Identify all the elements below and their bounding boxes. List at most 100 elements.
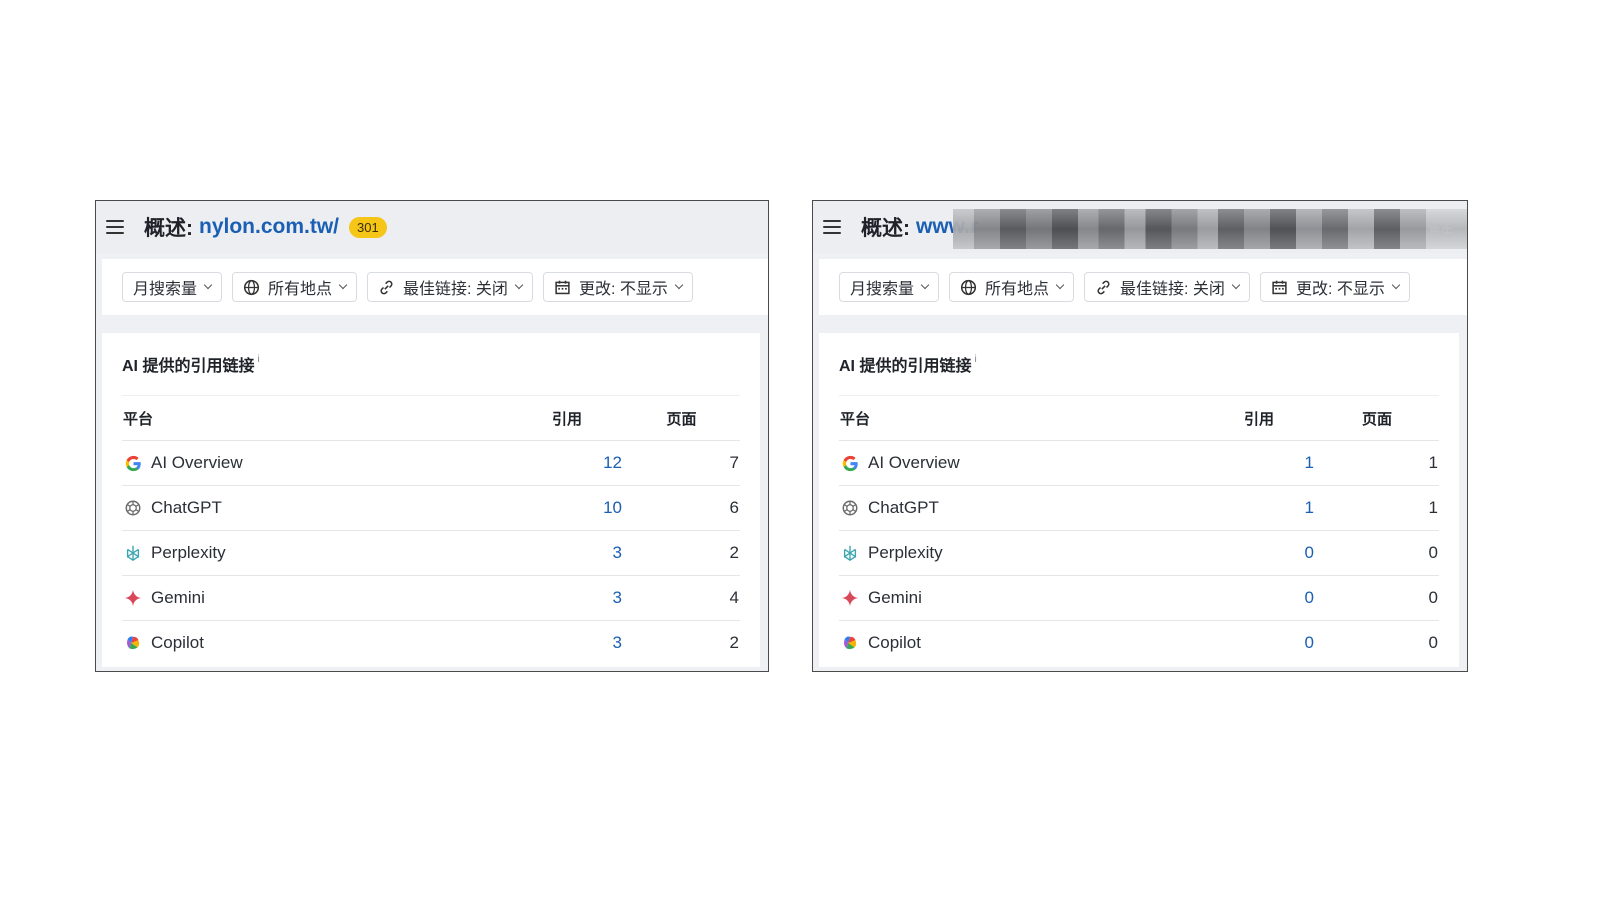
change-dropdown[interactable]: 更改: 不显示 xyxy=(542,272,693,302)
dropdown-label: 更改: 不显示 xyxy=(578,281,668,298)
best-link-dropdown[interactable]: 最佳链接: 关闭 xyxy=(367,272,533,302)
citation-count[interactable]: 1 xyxy=(1203,440,1315,486)
location-dropdown[interactable]: 所有地点 xyxy=(232,272,358,302)
hamburger-menu-icon[interactable] xyxy=(823,220,841,234)
citation-count[interactable]: 10 xyxy=(511,485,623,531)
page-count: 1 xyxy=(1315,485,1439,531)
perplexity-icon xyxy=(123,543,143,563)
chevron-down-icon xyxy=(674,280,684,290)
location-dropdown[interactable]: 所有地点 xyxy=(949,272,1075,302)
citation-count[interactable]: 3 xyxy=(511,621,623,666)
platform-name: Perplexity xyxy=(151,543,226,562)
column-header-pages[interactable]: 页面 xyxy=(623,396,740,441)
platform-name: Copilot xyxy=(868,633,921,652)
chevron-down-icon xyxy=(1391,280,1401,290)
panel-header: 概述: nylon.com.tw/ 301 xyxy=(96,201,768,253)
column-header-pages[interactable]: 页面 xyxy=(1315,396,1439,441)
page-count: 4 xyxy=(623,575,740,621)
column-header-platform[interactable]: 平台 xyxy=(122,396,511,441)
copilot-icon xyxy=(123,633,143,653)
domain-link[interactable]: nylon.com.tw/ xyxy=(199,215,339,239)
citation-count[interactable]: 0 xyxy=(1203,621,1315,666)
platform-name: AI Overview xyxy=(868,453,960,472)
card-title-text: AI 提供的引用链接 xyxy=(122,358,255,375)
citations-table: 平台 引用 页面 AI Overview 1 1 ChatGPT 1 1 Per… xyxy=(839,396,1439,665)
page-title: 概述: xyxy=(861,217,910,240)
table-row: Gemini 3 4 xyxy=(122,575,740,621)
card-title: AI 提供的引用链接 i xyxy=(839,333,1439,396)
citation-count[interactable]: 1 xyxy=(1203,485,1315,531)
page-count: 0 xyxy=(1428,633,1438,652)
page-count: 6 xyxy=(623,485,740,531)
link-icon xyxy=(378,279,395,296)
card-title-text: AI 提供的引用链接 xyxy=(839,358,972,375)
dropdown-label: 月搜索量 xyxy=(133,281,198,298)
perplexity-icon xyxy=(840,543,860,563)
hamburger-menu-icon[interactable] xyxy=(106,220,124,234)
table-row: Copilot 0 0 xyxy=(839,621,1439,666)
globe-icon xyxy=(960,279,977,296)
table-row: AI Overview 1 1 xyxy=(839,440,1439,486)
card-title: AI 提供的引用链接 i xyxy=(122,333,740,396)
info-icon[interactable]: i xyxy=(974,354,976,365)
platform-name: AI Overview xyxy=(151,453,243,472)
calendar-icon xyxy=(554,279,571,296)
gemini-icon xyxy=(123,588,143,608)
info-icon[interactable]: i xyxy=(257,354,259,365)
overview-panel-right: 概述: www.r 再生 月搜索量 所有地点 最佳链接: 关闭 更改: 不显示 … xyxy=(812,200,1468,672)
dropdown-label: 月搜索量 xyxy=(850,281,915,298)
table-row: Perplexity 0 0 xyxy=(839,530,1439,576)
citation-count[interactable]: 3 xyxy=(511,575,623,621)
redacted-text-fragment: 再生 xyxy=(1428,225,1453,239)
ai-citations-card: AI 提供的引用链接 i 平台 引用 页面 AI Overview xyxy=(819,333,1459,667)
platform-name: Perplexity xyxy=(868,543,943,562)
page-count: 7 xyxy=(623,440,740,486)
chevron-down-icon xyxy=(920,280,930,290)
dropdown-label: 最佳链接: 关闭 xyxy=(403,281,508,298)
table-header-row: 平台 引用 页面 xyxy=(839,396,1439,441)
page-count: 0 xyxy=(1315,530,1439,576)
page-count: 2 xyxy=(623,530,740,576)
filter-bar: 月搜索量 所有地点 最佳链接: 关闭 更改: 不显示 xyxy=(102,259,768,315)
page-count: 0 xyxy=(1315,575,1439,621)
table-row: Perplexity 3 2 xyxy=(122,530,740,576)
table-row: AI Overview 12 7 xyxy=(122,440,740,486)
citation-count[interactable]: 3 xyxy=(511,530,623,576)
dropdown-label: 更改: 不显示 xyxy=(1295,281,1385,298)
monthly-volume-dropdown[interactable]: 月搜索量 xyxy=(839,272,940,302)
column-header-citations[interactable]: 引用 xyxy=(511,396,623,441)
status-badge: 301 xyxy=(349,216,387,238)
calendar-icon xyxy=(1271,279,1288,296)
platform-name: Gemini xyxy=(151,588,205,607)
link-icon xyxy=(1095,279,1112,296)
chevron-down-icon xyxy=(203,280,213,290)
monthly-volume-dropdown[interactable]: 月搜索量 xyxy=(122,272,223,302)
citations-table: 平台 引用 页面 AI Overview 12 7 ChatGPT 10 6 P… xyxy=(122,396,740,665)
chevron-down-icon xyxy=(514,280,524,290)
chevron-down-icon xyxy=(338,280,348,290)
best-link-dropdown[interactable]: 最佳链接: 关闭 xyxy=(1084,272,1250,302)
table-row: ChatGPT 1 1 xyxy=(839,485,1439,531)
ai-citations-card: AI 提供的引用链接 i 平台 引用 页面 AI Overview xyxy=(102,333,760,667)
citation-count[interactable]: 12 xyxy=(511,440,623,486)
platform-name: ChatGPT xyxy=(868,498,939,517)
chatgpt-icon xyxy=(123,498,143,518)
table-row: ChatGPT 10 6 xyxy=(122,485,740,531)
column-header-platform[interactable]: 平台 xyxy=(839,396,1203,441)
page-count: 2 xyxy=(729,633,739,652)
dropdown-label: 最佳链接: 关闭 xyxy=(1120,281,1225,298)
table-row: Gemini 0 0 xyxy=(839,575,1439,621)
platform-name: ChatGPT xyxy=(151,498,222,517)
copilot-icon xyxy=(840,633,860,653)
change-dropdown[interactable]: 更改: 不显示 xyxy=(1259,272,1410,302)
filter-bar: 月搜索量 所有地点 最佳链接: 关闭 更改: 不显示 xyxy=(819,259,1467,315)
chevron-down-icon xyxy=(1055,280,1065,290)
dropdown-label: 所有地点 xyxy=(268,281,333,298)
redacted-domain-blur xyxy=(953,209,1467,249)
overview-panel-left: 概述: nylon.com.tw/ 301 月搜索量 所有地点 最佳链接: 关闭 xyxy=(95,200,769,672)
platform-name: Gemini xyxy=(868,588,922,607)
column-header-citations[interactable]: 引用 xyxy=(1203,396,1315,441)
citation-count[interactable]: 0 xyxy=(1203,530,1315,576)
table-row: Copilot 3 2 xyxy=(122,621,740,666)
citation-count[interactable]: 0 xyxy=(1203,575,1315,621)
